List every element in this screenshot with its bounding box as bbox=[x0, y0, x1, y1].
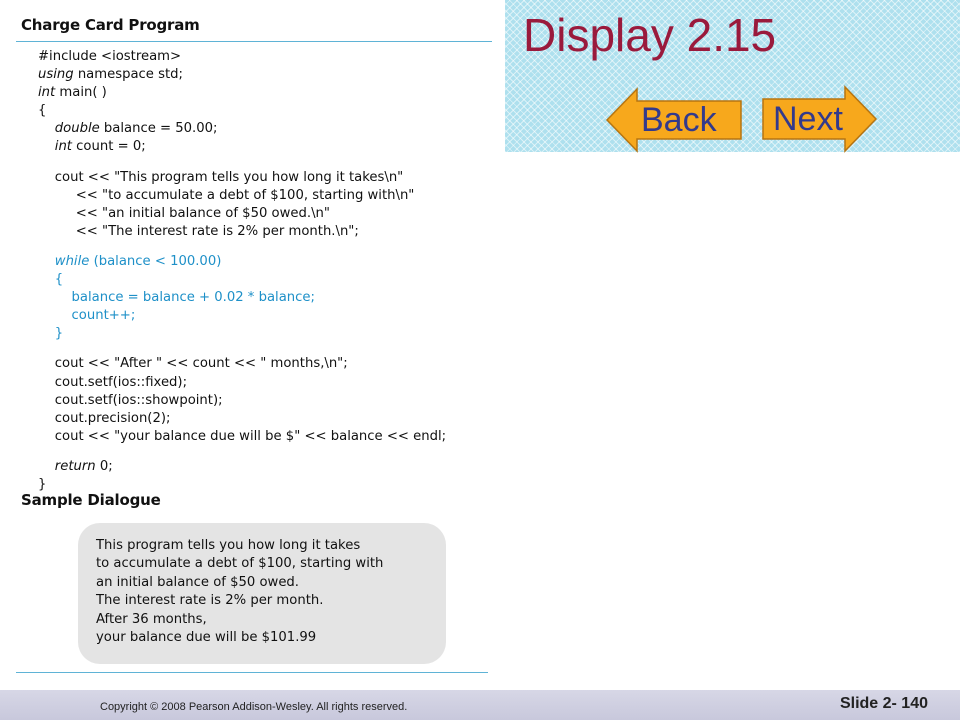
code-line: cout << "your balance due will be $" << … bbox=[38, 428, 447, 444]
dialogue-title: Sample Dialogue bbox=[21, 491, 161, 509]
code-line: return 0; bbox=[54, 458, 113, 474]
dialogue-line: your balance due will be $101.99 bbox=[96, 629, 317, 645]
copyright-text: Copyright © 2008 Pearson Addison-Wesley.… bbox=[100, 701, 408, 713]
code-line: { bbox=[38, 272, 64, 288]
code-line: balance = balance + 0.02 * balance; bbox=[38, 290, 315, 306]
code-line: } bbox=[38, 326, 64, 342]
back-arrow-icon bbox=[605, 87, 742, 153]
code-line: cout << "After " << count << " months,\n… bbox=[38, 356, 348, 372]
code-line: << "an initial balance of $50 owed.\n" bbox=[38, 205, 330, 221]
code-block: #include <iostream> using namespace std; i… bbox=[38, 48, 446, 494]
dialogue-line: After 36 months, bbox=[96, 611, 207, 627]
display-title: Display 2.15 bbox=[523, 9, 777, 61]
code-line: << "The interest rate is 2% per month.\n… bbox=[38, 223, 359, 239]
dialogue-line: to accumulate a debt of $100, starting w… bbox=[96, 556, 384, 572]
dialogue-line: This program tells you how long it takes bbox=[96, 538, 361, 553]
code-line: << "to accumulate a debt of $100, starti… bbox=[38, 187, 415, 203]
slide-number: Slide 2- 140 bbox=[839, 695, 928, 712]
dialogue-line: The interest rate is 2% per month. bbox=[96, 593, 324, 609]
header-panel: Display 2.15 Back Next bbox=[505, 0, 960, 153]
footer: Copyright © 2008 Pearson Addison-Wesley.… bbox=[0, 690, 960, 720]
code-line: cout.setf(ios::showpoint); bbox=[38, 392, 223, 408]
next-arrow-icon bbox=[762, 85, 878, 153]
code-line: { bbox=[38, 103, 47, 119]
sample-dialogue-box: This program tells you how long it takes… bbox=[78, 523, 446, 664]
code-line: cout.precision(2); bbox=[38, 410, 171, 426]
code-line: while (balance < 100.00) bbox=[54, 253, 222, 269]
code-line: cout.setf(ios::fixed); bbox=[38, 374, 188, 390]
dialogue-line: an initial balance of $50 owed. bbox=[96, 574, 299, 590]
code-line: int main( ) bbox=[38, 85, 107, 101]
dialogue-text: This program tells you how long it takes… bbox=[96, 537, 383, 647]
code-line: #include <iostream> bbox=[38, 49, 182, 64]
bottom-rule bbox=[16, 672, 488, 673]
code-line: using namespace std; bbox=[38, 67, 183, 83]
code-line: count++; bbox=[38, 308, 136, 324]
code-line: double balance = 50.00; bbox=[54, 121, 218, 137]
back-button[interactable]: Back bbox=[605, 87, 745, 153]
code-panel: Charge Card Program #include <iostream> u… bbox=[0, 0, 500, 690]
section-rule bbox=[16, 41, 492, 42]
next-button[interactable]: Next bbox=[761, 85, 879, 153]
section-title: Charge Card Program bbox=[21, 16, 200, 34]
code-line: int count = 0; bbox=[54, 139, 146, 155]
code-line: cout << "This program tells you how long… bbox=[38, 169, 404, 185]
